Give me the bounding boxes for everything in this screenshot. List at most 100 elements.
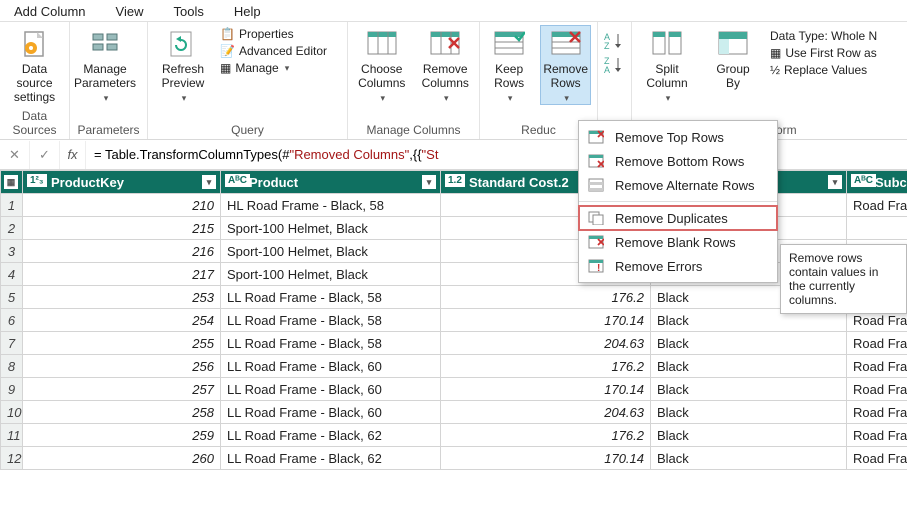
menu-view[interactable]: View [116, 4, 144, 17]
sort-asc-button[interactable]: AZ [604, 31, 626, 49]
remove-blank-rows-item[interactable]: Remove Blank Rows [579, 230, 777, 254]
col-header-product[interactable]: AᴮC Product ▾ [221, 171, 441, 194]
table-row[interactable]: 6254LL Road Frame - Black, 58170.14Black… [1, 309, 907, 332]
table-row[interactable]: 12260LL Road Frame - Black, 62170.14Blac… [1, 447, 907, 470]
cell-product[interactable]: Sport-100 Helmet, Black [221, 217, 441, 240]
table-row[interactable]: 11259LL Road Frame - Black, 62176.2Black… [1, 424, 907, 447]
remove-alternate-rows-item[interactable]: Remove Alternate Rows [579, 173, 777, 197]
cell-cost[interactable]: 170.14 [441, 378, 651, 401]
row-number[interactable]: 9 [1, 378, 23, 401]
sort-desc-button[interactable]: ZA [604, 55, 626, 73]
use-first-row-button[interactable]: ▦Use First Row as [770, 46, 877, 60]
cell-c4[interactable]: Black [651, 355, 847, 378]
properties-button[interactable]: 📋Properties [220, 27, 327, 41]
cell-product[interactable]: LL Road Frame - Black, 60 [221, 378, 441, 401]
cell-productkey[interactable]: 256 [23, 355, 221, 378]
cell-product[interactable]: HL Road Frame - Black, 58 [221, 194, 441, 217]
cell-c4[interactable]: Black [651, 447, 847, 470]
table-row[interactable]: 7255LL Road Frame - Black, 58204.63Black… [1, 332, 907, 355]
cell-product[interactable]: LL Road Frame - Black, 58 [221, 286, 441, 309]
cell-product[interactable]: Sport-100 Helmet, Black [221, 240, 441, 263]
refresh-preview-button[interactable]: Refresh Preview [154, 25, 212, 105]
cell-product[interactable]: LL Road Frame - Black, 58 [221, 332, 441, 355]
cell-subcat[interactable]: Road Fra [847, 194, 907, 217]
cell-c4[interactable]: Black [651, 401, 847, 424]
remove-rows-button[interactable]: Remove Rows [540, 25, 591, 105]
cell-subcat[interactable]: Road Fra [847, 332, 907, 355]
manage-button[interactable]: ▦Manage [220, 61, 327, 75]
remove-duplicates-item[interactable]: Remove Duplicates [579, 206, 777, 230]
cell-product[interactable]: LL Road Frame - Black, 58 [221, 309, 441, 332]
cell-cost[interactable]: 176.2 [441, 355, 651, 378]
row-header-corner[interactable]: ▦ [1, 171, 23, 194]
cell-productkey[interactable]: 253 [23, 286, 221, 309]
cell-productkey[interactable]: 215 [23, 217, 221, 240]
row-number[interactable]: 5 [1, 286, 23, 309]
cell-productkey[interactable]: 210 [23, 194, 221, 217]
replace-values-button[interactable]: ½Replace Values [770, 63, 877, 77]
cell-productkey[interactable]: 216 [23, 240, 221, 263]
cell-subcat[interactable]: Road Fra [847, 401, 907, 424]
cell-product[interactable]: LL Road Frame - Black, 60 [221, 401, 441, 424]
row-number[interactable]: 10 [1, 401, 23, 424]
cell-productkey[interactable]: 260 [23, 447, 221, 470]
cell-product[interactable]: LL Road Frame - Black, 62 [221, 424, 441, 447]
table-row[interactable]: 5253LL Road Frame - Black, 58176.2BlackR… [1, 286, 907, 309]
cell-productkey[interactable]: 258 [23, 401, 221, 424]
filter-icon[interactable]: ▾ [828, 175, 842, 189]
table-row[interactable]: 10258LL Road Frame - Black, 60204.63Blac… [1, 401, 907, 424]
row-number[interactable]: 3 [1, 240, 23, 263]
cell-subcat[interactable]: Road Fra [847, 424, 907, 447]
group-by-button[interactable]: Group By [704, 25, 762, 93]
remove-bottom-rows-item[interactable]: Remove Bottom Rows [579, 149, 777, 173]
cell-cost[interactable]: 176.2 [441, 286, 651, 309]
table-row[interactable]: 8256LL Road Frame - Black, 60176.2BlackR… [1, 355, 907, 378]
cell-subcat[interactable]: Road Fra [847, 447, 907, 470]
manage-parameters-button[interactable]: Manage Parameters [76, 25, 134, 105]
col-header-subcat[interactable]: AᴮC Subc [847, 171, 907, 194]
cell-c4[interactable]: Black [651, 332, 847, 355]
row-number[interactable]: 8 [1, 355, 23, 378]
row-number[interactable]: 6 [1, 309, 23, 332]
choose-columns-button[interactable]: Choose Columns [354, 25, 410, 105]
cell-cost[interactable]: 170.14 [441, 447, 651, 470]
filter-icon[interactable]: ▾ [422, 175, 436, 189]
formula-text[interactable]: = Table.TransformColumnTypes(#"Removed C… [86, 147, 907, 163]
row-number[interactable]: 1 [1, 194, 23, 217]
row-number[interactable]: 7 [1, 332, 23, 355]
col-header-productkey[interactable]: 1²₃ ProductKey ▾ [23, 171, 221, 194]
row-number[interactable]: 2 [1, 217, 23, 240]
row-number[interactable]: 12 [1, 447, 23, 470]
cell-cost[interactable]: 204.63 [441, 332, 651, 355]
cell-productkey[interactable]: 257 [23, 378, 221, 401]
cell-cost[interactable]: 170.14 [441, 309, 651, 332]
fx-label[interactable]: fx [60, 141, 86, 169]
formula-accept-button[interactable]: ✓ [30, 141, 60, 169]
data-source-settings-button[interactable]: Data source settings [6, 25, 63, 106]
cell-product[interactable]: LL Road Frame - Black, 62 [221, 447, 441, 470]
cell-cost[interactable]: 204.63 [441, 401, 651, 424]
formula-cancel-button[interactable]: ✕ [0, 141, 30, 169]
cell-productkey[interactable]: 217 [23, 263, 221, 286]
cell-productkey[interactable]: 254 [23, 309, 221, 332]
remove-columns-button[interactable]: Remove Columns [418, 25, 474, 105]
cell-c4[interactable]: Black [651, 378, 847, 401]
row-number[interactable]: 4 [1, 263, 23, 286]
data-type-selector[interactable]: Data Type: Whole N [770, 29, 877, 43]
filter-icon[interactable]: ▾ [202, 175, 216, 189]
cell-subcat[interactable]: Road Fra [847, 355, 907, 378]
cell-subcat[interactable] [847, 217, 907, 240]
cell-productkey[interactable]: 259 [23, 424, 221, 447]
cell-c4[interactable]: Black [651, 424, 847, 447]
keep-rows-button[interactable]: Keep Rows [486, 25, 532, 105]
menu-add-column[interactable]: Add Column [14, 4, 86, 17]
cell-product[interactable]: LL Road Frame - Black, 60 [221, 355, 441, 378]
remove-errors-item[interactable]: ! Remove Errors [579, 254, 777, 278]
menu-tools[interactable]: Tools [174, 4, 204, 17]
remove-top-rows-item[interactable]: Remove Top Rows [579, 125, 777, 149]
row-number[interactable]: 11 [1, 424, 23, 447]
advanced-editor-button[interactable]: 📝Advanced Editor [220, 44, 327, 58]
table-row[interactable]: 9257LL Road Frame - Black, 60170.14Black… [1, 378, 907, 401]
cell-product[interactable]: Sport-100 Helmet, Black [221, 263, 441, 286]
menu-help[interactable]: Help [234, 4, 261, 17]
